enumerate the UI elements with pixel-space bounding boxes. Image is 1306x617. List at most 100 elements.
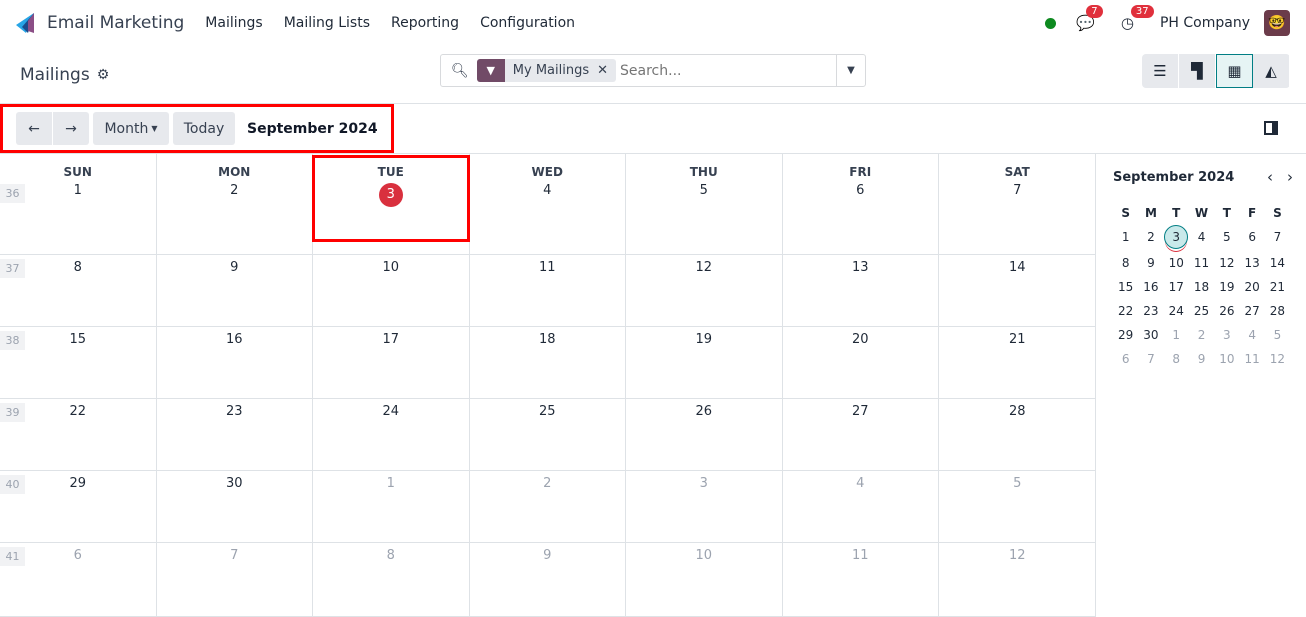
day-cell[interactable]: 25 <box>470 399 626 470</box>
mini-day[interactable]: 28 <box>1265 302 1290 321</box>
day-cell[interactable]: 1 <box>313 471 470 542</box>
mini-day[interactable]: 11 <box>1239 350 1264 369</box>
day-cell[interactable]: SAT 7 <box>939 154 1096 254</box>
day-cell[interactable]: 3 <box>626 471 783 542</box>
today-date[interactable]: 3 <box>378 183 403 207</box>
mini-day[interactable]: 10 <box>1164 254 1189 273</box>
day-cell[interactable]: TUE 3 <box>313 154 470 254</box>
day-number[interactable]: 5 <box>700 183 708 198</box>
day-number[interactable]: 19 <box>695 332 712 347</box>
mini-prev-month-icon[interactable]: ‹ <box>1267 168 1273 186</box>
day-number[interactable]: 18 <box>539 332 556 347</box>
day-number[interactable]: 13 <box>852 260 869 275</box>
mini-day[interactable]: 9 <box>1138 254 1163 273</box>
list-view-button[interactable]: ☰ <box>1142 54 1179 88</box>
menu-configuration[interactable]: Configuration <box>480 15 575 31</box>
scale-dropdown[interactable]: Month ▼ <box>93 112 169 145</box>
day-cell[interactable]: 30 <box>157 471 313 542</box>
day-cell[interactable]: 24 <box>313 399 470 470</box>
day-cell[interactable]: 23 <box>157 399 313 470</box>
day-cell[interactable]: 17 <box>313 327 470 398</box>
day-number[interactable]: 24 <box>382 404 399 419</box>
next-button[interactable]: → <box>53 112 89 145</box>
day-cell[interactable]: THU 5 <box>626 154 783 254</box>
graph-view-button[interactable]: ◭ <box>1253 54 1290 88</box>
mini-day[interactable]: 13 <box>1239 254 1264 273</box>
day-cell[interactable]: 28 <box>939 399 1096 470</box>
day-number[interactable]: 7 <box>1013 183 1021 198</box>
day-cell[interactable]: 7 <box>157 543 313 616</box>
mini-day[interactable]: 16 <box>1138 278 1163 297</box>
day-number[interactable]: 8 <box>74 260 82 275</box>
day-cell[interactable]: 27 <box>783 399 939 470</box>
day-number[interactable]: 15 <box>69 332 86 347</box>
day-number[interactable]: 4 <box>543 183 551 198</box>
day-cell[interactable]: 10 <box>626 543 783 616</box>
day-number[interactable]: 9 <box>543 548 551 563</box>
day-number[interactable]: 22 <box>69 404 86 419</box>
mini-day[interactable]: 20 <box>1239 278 1264 297</box>
mini-day[interactable]: 4 <box>1239 326 1264 345</box>
search-icon[interactable]: 🔍︎ <box>451 63 469 79</box>
day-cell[interactable]: WED 4 <box>470 154 626 254</box>
messages-button[interactable]: 💬 7 <box>1076 5 1103 32</box>
mini-day[interactable]: 4 <box>1189 228 1214 247</box>
mini-day[interactable]: 1 <box>1113 228 1138 247</box>
day-number[interactable]: 17 <box>382 332 399 347</box>
day-cell[interactable]: 9 <box>157 255 313 326</box>
day-cell[interactable]: SUN 1 <box>0 154 157 254</box>
calendar-view-button[interactable]: ▦ <box>1216 54 1253 88</box>
company-switcher[interactable]: PH Company <box>1160 15 1250 31</box>
search-input[interactable] <box>620 62 841 79</box>
day-cell[interactable]: 19 <box>626 327 783 398</box>
day-number[interactable]: 14 <box>1009 260 1026 275</box>
day-number[interactable]: 9 <box>230 260 238 275</box>
day-cell[interactable]: 13 <box>783 255 939 326</box>
activities-button[interactable]: ◷ 37 <box>1121 5 1154 32</box>
mini-day[interactable]: 15 <box>1113 278 1138 297</box>
mini-day[interactable]: 7 <box>1265 228 1290 247</box>
day-number[interactable]: 11 <box>539 260 556 275</box>
day-cell[interactable]: 11 <box>470 255 626 326</box>
mini-day[interactable]: 9 <box>1189 350 1214 369</box>
day-cell[interactable]: 8 <box>313 543 470 616</box>
day-cell[interactable]: 26 <box>626 399 783 470</box>
mini-day[interactable]: 12 <box>1265 350 1290 369</box>
mini-day[interactable]: 8 <box>1164 350 1189 369</box>
app-name[interactable]: Email Marketing <box>47 13 184 33</box>
mini-day[interactable]: 23 <box>1138 302 1163 321</box>
day-number[interactable]: 26 <box>695 404 712 419</box>
day-number[interactable]: 7 <box>230 548 238 563</box>
mini-day[interactable]: 1 <box>1164 326 1189 345</box>
mini-day[interactable]: 21 <box>1265 278 1290 297</box>
day-cell[interactable]: MON 2 <box>157 154 313 254</box>
day-number[interactable]: 30 <box>226 476 243 491</box>
day-number[interactable]: 1 <box>74 183 82 198</box>
day-cell[interactable]: 12 <box>626 255 783 326</box>
mini-day[interactable]: 7 <box>1138 350 1163 369</box>
day-number[interactable]: 4 <box>856 476 864 491</box>
mini-day[interactable]: 10 <box>1214 350 1239 369</box>
day-number[interactable]: 12 <box>695 260 712 275</box>
mini-day[interactable]: 26 <box>1214 302 1239 321</box>
menu-reporting[interactable]: Reporting <box>391 15 459 31</box>
today-button[interactable]: Today <box>173 112 235 145</box>
mini-day[interactable]: 29 <box>1113 326 1138 345</box>
mini-day[interactable]: 30 <box>1138 326 1163 345</box>
day-number[interactable]: 10 <box>695 548 712 563</box>
day-number[interactable]: 27 <box>852 404 869 419</box>
day-number[interactable]: 8 <box>387 548 395 563</box>
search-options-toggle[interactable]: ▼ <box>836 55 865 86</box>
menu-mailing-lists[interactable]: Mailing Lists <box>284 15 370 31</box>
mini-day[interactable]: 27 <box>1239 302 1264 321</box>
mini-day[interactable]: 18 <box>1189 278 1214 297</box>
day-number[interactable]: 29 <box>69 476 86 491</box>
day-number[interactable]: 23 <box>226 404 243 419</box>
user-avatar[interactable]: 🤓 <box>1264 10 1290 36</box>
day-number[interactable]: 3 <box>700 476 708 491</box>
day-number[interactable]: 5 <box>1013 476 1021 491</box>
day-cell[interactable]: FRI 6 <box>783 154 939 254</box>
day-number[interactable]: 6 <box>856 183 864 198</box>
day-cell[interactable]: 5 <box>939 471 1096 542</box>
mini-day[interactable]: 24 <box>1164 302 1189 321</box>
